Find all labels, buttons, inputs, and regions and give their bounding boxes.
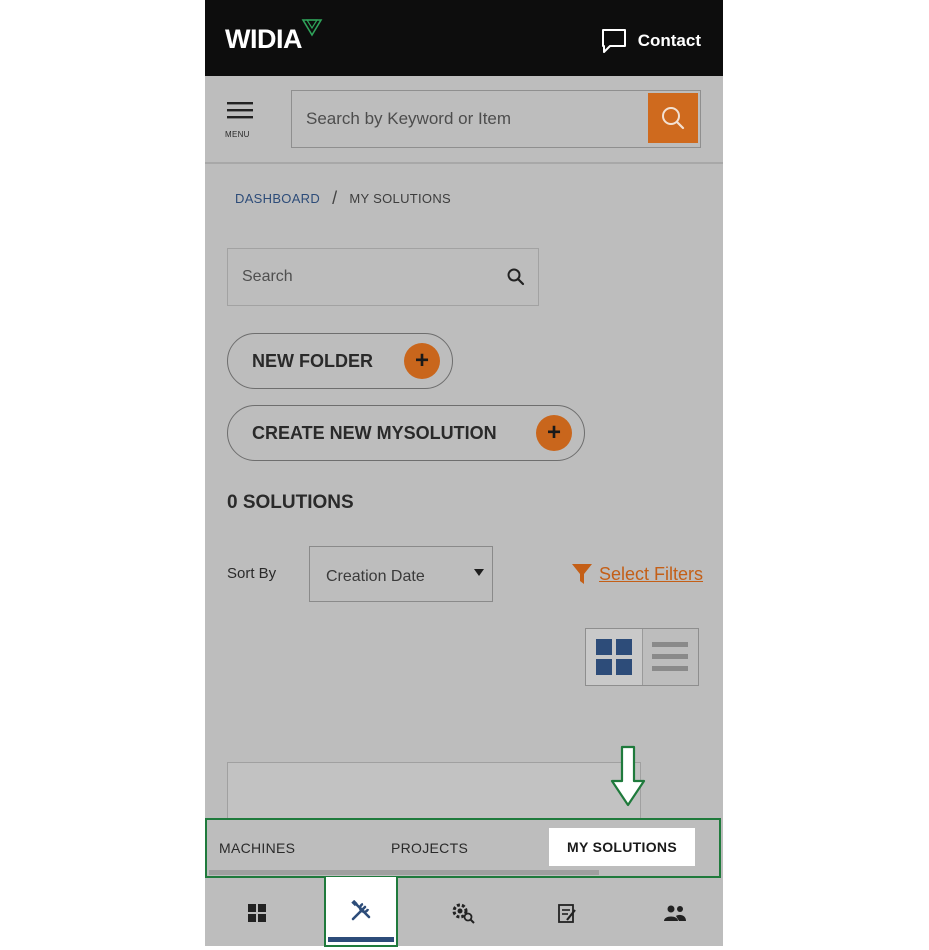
grid-view-button[interactable] [586, 629, 642, 685]
nav-reports[interactable] [531, 880, 603, 946]
section-tabs: MACHINES PROJECTS MY SOLUTIONS [205, 818, 723, 878]
tab-projects[interactable]: PROJECTS [391, 840, 468, 856]
search-bar: MENU [205, 76, 723, 164]
list-view-button[interactable] [641, 629, 699, 685]
new-folder-button[interactable]: NEW FOLDER + [227, 333, 453, 389]
view-toggle [585, 628, 699, 686]
sort-label: Sort By [227, 565, 277, 582]
menu-button[interactable]: MENU [225, 100, 259, 140]
app-screen: WIDIA Contact MENU Search by Keyword or … [205, 0, 723, 946]
breadcrumb: DASHBOARD / MY SOLUTIONS [235, 188, 451, 209]
search-submit-button[interactable] [648, 93, 698, 143]
contact-button[interactable]: Contact [600, 27, 701, 55]
down-arrow-callout-icon [610, 745, 646, 807]
caret-down-icon [474, 569, 484, 576]
gear-search-icon [452, 903, 475, 924]
grid-view-icon [595, 639, 632, 675]
plus-icon: + [404, 343, 440, 379]
create-mysolution-label: CREATE NEW MYSOLUTION [252, 422, 497, 443]
solutions-count: 0 SOLUTIONS [227, 492, 354, 513]
nav-solution-finder[interactable] [427, 880, 499, 946]
sort-select[interactable]: Creation Date [309, 546, 493, 602]
widia-logo[interactable]: WIDIA [225, 24, 302, 55]
dashboard-icon [248, 904, 266, 922]
contact-label: Contact [637, 31, 701, 50]
breadcrumb-separator: / [332, 188, 338, 208]
chat-bubble-icon [601, 29, 626, 53]
tab-my-solutions[interactable]: MY SOLUTIONS [549, 828, 695, 866]
report-icon [558, 904, 576, 923]
nav-tools[interactable] [326, 877, 396, 945]
top-header: WIDIA Contact [205, 0, 723, 76]
active-nav-indicator [328, 937, 394, 942]
nav-dashboard[interactable] [221, 880, 293, 946]
create-mysolution-button[interactable]: CREATE NEW MYSOLUTION + [227, 405, 585, 461]
users-icon [664, 905, 686, 921]
tab-machines[interactable]: MACHINES [219, 840, 295, 856]
bottom-navigation [205, 880, 723, 946]
menu-label: MENU [225, 130, 250, 139]
sort-selected-value: Creation Date [326, 568, 425, 585]
keyword-search [291, 90, 701, 148]
keyword-search-input[interactable] [292, 91, 648, 147]
breadcrumb-current: MY SOLUTIONS [349, 191, 451, 206]
search-icon [662, 107, 685, 130]
list-view-icon [652, 642, 689, 671]
breadcrumb-dashboard[interactable]: DASHBOARD [235, 191, 320, 206]
plus-icon: + [536, 415, 572, 451]
filter-funnel-icon [572, 564, 592, 584]
hamburger-icon [227, 102, 253, 119]
select-filters-link[interactable]: Select Filters [571, 562, 703, 586]
solutions-search [227, 248, 539, 306]
nav-users[interactable] [639, 880, 711, 946]
select-filters-label: Select Filters [599, 563, 704, 584]
search-icon[interactable] [506, 267, 526, 287]
logo-mark-icon [301, 19, 323, 37]
new-folder-label: NEW FOLDER [252, 350, 373, 371]
solutions-search-input[interactable] [228, 249, 504, 305]
tabs-scrollbar[interactable] [209, 870, 599, 875]
tools-icon [351, 900, 371, 921]
